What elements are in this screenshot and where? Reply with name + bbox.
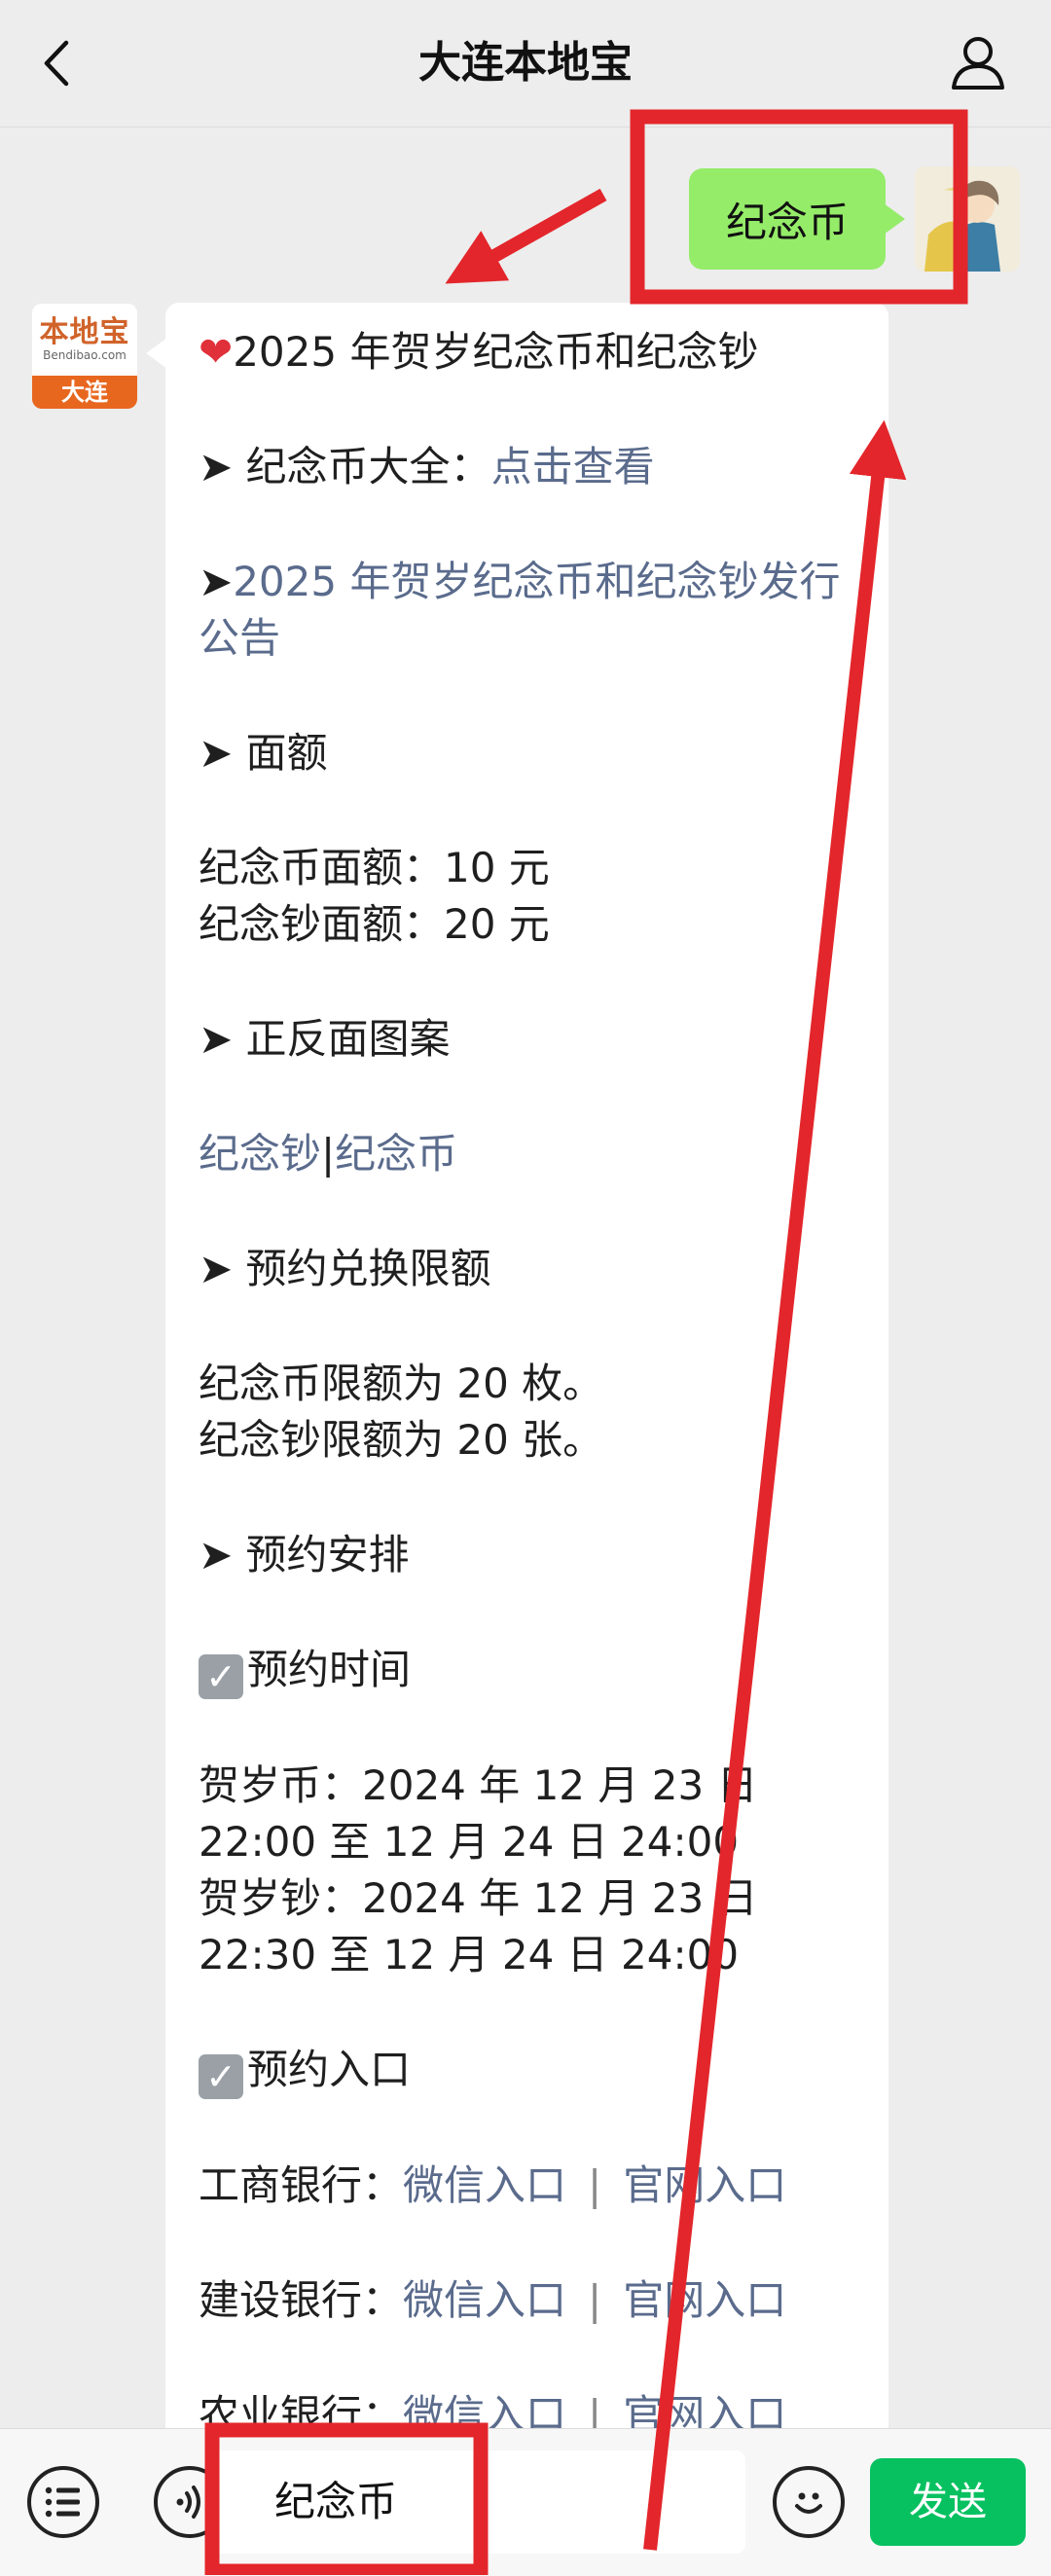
logo-text: 本地宝 <box>39 315 130 349</box>
pattern-title: 正反面图案 <box>245 1015 451 1063</box>
arrow-bullet-icon: ➤ <box>199 729 246 777</box>
arrow-bullet-icon: ➤ <box>199 1245 246 1292</box>
wechat-entry-link[interactable]: 微信入口 <box>403 2276 566 2324</box>
website-entry-link[interactable]: 官网入口 <box>623 2161 786 2209</box>
face-value-title: 面额 <box>245 729 328 777</box>
bot-avatar[interactable]: 本地宝 Bendibao.com 大连 <box>32 304 137 409</box>
catalog-link[interactable]: 点击查看 <box>491 443 655 490</box>
voice-icon <box>176 2485 200 2519</box>
website-entry-link[interactable]: 官网入口 <box>623 2391 786 2428</box>
emoji-icon <box>795 2492 822 2514</box>
website-entry-link[interactable]: 官网入口 <box>623 2276 786 2324</box>
logo-city: 大连 <box>32 376 137 409</box>
checkbox-icon: ✓ <box>199 1654 243 1699</box>
bank-row: 农业银行：微信入口 | 官网入口 <box>199 2387 870 2428</box>
bot-message-bubble: ❤2025 年贺岁纪念币和纪念钞 ➤ 纪念币大全：点击查看 ➤2025 年贺岁纪… <box>146 303 888 2428</box>
coin-face-value: 纪念币面额：10 元 <box>199 844 550 891</box>
send-button[interactable]: 发送 <box>870 2458 1026 2546</box>
catalog-label: 纪念币大全： <box>245 443 491 490</box>
menu-list-icon <box>45 2486 80 2518</box>
user-message-bubble[interactable]: 纪念币 <box>689 168 905 270</box>
note-limit: 纪念钞限额为 20 张。 <box>199 1416 604 1464</box>
wechat-entry-link[interactable]: 微信入口 <box>403 2161 566 2209</box>
heart-icon: ❤ <box>199 328 234 376</box>
pattern-separator: | <box>321 1130 336 1178</box>
schedule-title: 预约安排 <box>245 1531 410 1578</box>
bank-name: 建设银行： <box>199 2276 404 2324</box>
emoji-button[interactable] <box>773 2466 845 2538</box>
pattern-note-link[interactable]: 纪念钞 <box>199 1130 321 1178</box>
profile-button[interactable] <box>944 27 1012 97</box>
entry-separator: | <box>588 2276 602 2324</box>
page-title: 大连本地宝 <box>418 38 633 88</box>
entry-title: 预约入口 <box>247 2046 412 2093</box>
wechat-entry-link[interactable]: 微信入口 <box>403 2391 566 2428</box>
bank-row: 建设银行：微信入口 | 官网入口 <box>199 2272 870 2329</box>
coin-reservation-time: 贺岁币：2024 年 12 月 23 日 22:00 至 12 月 24 日 2… <box>199 1761 758 1866</box>
user-avatar[interactable] <box>915 166 1020 272</box>
user-avatar-image <box>915 166 1020 272</box>
checkbox-icon: ✓ <box>199 2054 243 2099</box>
limit-title: 预约兑换限额 <box>245 1245 491 1292</box>
coin-limit: 纪念币限额为 20 枚。 <box>199 1360 604 1407</box>
arrow-bullet-icon: ➤ <box>199 1531 246 1578</box>
arrow-bullet-icon: ➤ <box>199 1015 246 1063</box>
message-headline: 2025 年贺岁纪念币和纪念钞 <box>233 328 759 376</box>
top-bar: 大连本地宝 <box>0 0 1051 127</box>
time-title: 预约时间 <box>247 1646 412 1693</box>
arrow-bullet-icon: ➤ <box>199 443 246 490</box>
logo-subtext: Bendibao.com <box>43 348 127 362</box>
pattern-coin-link[interactable]: 纪念币 <box>335 1130 457 1178</box>
profile-icon <box>952 37 1004 90</box>
announcement-link[interactable]: 2025 年贺岁纪念币和纪念钞发行公告 <box>199 558 840 662</box>
message-input[interactable]: 纪念币 <box>212 2450 745 2554</box>
bot-message-content: ❤2025 年贺岁纪念币和纪念钞 ➤ 纪念币大全：点击查看 ➤2025 年贺岁纪… <box>199 324 870 2428</box>
input-bar: 纪念币 发送 <box>0 2428 1051 2576</box>
bank-name: 工商银行： <box>199 2161 404 2209</box>
bank-name: 农业银行： <box>199 2391 404 2428</box>
bank-row: 工商银行：微信入口 | 官网入口 <box>199 2158 870 2214</box>
note-reservation-time: 贺岁钞：2024 年 12 月 23 日 22:30 至 12 月 24 日 2… <box>199 1874 758 1978</box>
entry-separator: | <box>588 2391 602 2428</box>
note-face-value: 纪念钞面额：20 元 <box>199 900 550 948</box>
menu-button[interactable] <box>27 2466 99 2538</box>
chat-area[interactable]: 纪念币 本地宝 Bendibao.com 大连 ❤2025 年贺岁纪念币和纪念钞… <box>0 127 1051 2428</box>
entry-separator: | <box>588 2161 602 2209</box>
bendibao-logo: 本地宝 Bendibao.com <box>32 304 137 376</box>
arrow-bullet-icon: ➤ <box>199 558 234 605</box>
